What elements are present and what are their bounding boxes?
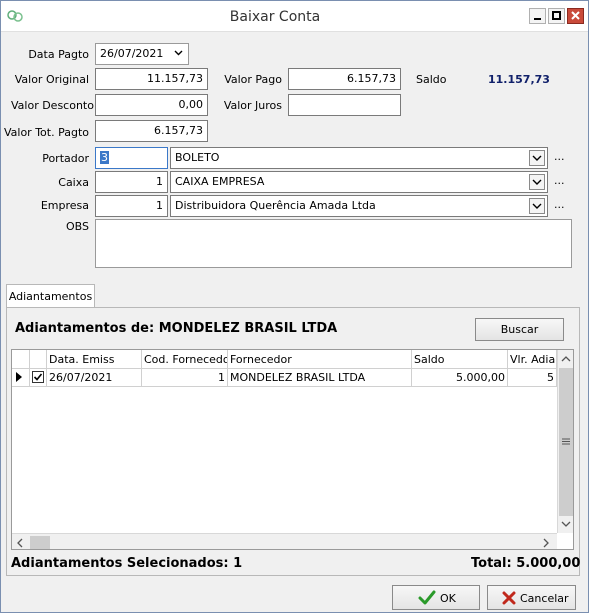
valor-desconto-field[interactable]: 0,00: [95, 94, 208, 116]
grip-icon: [562, 438, 570, 445]
column-header-fornecedor[interactable]: Fornecedor: [228, 350, 412, 369]
empresa-search-button[interactable]: ...: [554, 198, 565, 211]
cell-saldo: 5.000,00: [412, 369, 508, 387]
valor-desconto-label: Valor Desconto: [11, 99, 94, 112]
cell-vlr-adian: 5: [508, 369, 557, 387]
row-indicator: [12, 369, 30, 387]
grid-indicator-header: [12, 350, 30, 369]
ok-label: OK: [440, 592, 456, 605]
valor-tot-pagto-field[interactable]: 6.157,73: [95, 120, 208, 142]
horizontal-scrollbar[interactable]: [12, 533, 557, 549]
adiantamentos-title: Adiantamentos de: MONDELEZ BRASIL LTDA: [15, 321, 338, 336]
chevron-down-icon: [532, 203, 542, 209]
total-value: Total: 5.000,00: [471, 556, 581, 571]
adiantamentos-selecionados: Adiantamentos Selecionados: 1: [11, 556, 243, 571]
ok-button[interactable]: OK: [392, 585, 480, 610]
minimize-button[interactable]: [529, 8, 546, 24]
portador-code-field[interactable]: 3: [95, 147, 168, 169]
valor-juros-field[interactable]: [288, 94, 401, 116]
cell-cod-fornecedor: 1: [142, 369, 228, 387]
tab-adiantamentos[interactable]: Adiantamentos: [6, 284, 95, 308]
title-bar: Baixar Conta: [1, 1, 588, 32]
checkbox-checked-icon: [32, 371, 44, 383]
data-pagto-label: Data Pagto: [28, 48, 89, 61]
horizontal-scroll-thumb[interactable]: [30, 536, 50, 549]
empresa-label: Empresa: [40, 199, 89, 212]
valor-pago-field[interactable]: 6.157,73: [288, 68, 401, 90]
scroll-left-icon[interactable]: [16, 538, 24, 548]
cancel-button[interactable]: Cancelar: [487, 585, 576, 610]
scroll-up-icon[interactable]: [561, 355, 571, 363]
cancel-label: Cancelar: [520, 592, 569, 605]
empresa-code-field[interactable]: 1: [95, 195, 168, 217]
buscar-button[interactable]: Buscar: [475, 318, 564, 341]
portador-select[interactable]: BOLETO: [170, 147, 548, 169]
obs-textarea[interactable]: [95, 219, 572, 268]
close-icon: [571, 11, 580, 20]
scroll-right-icon[interactable]: [542, 538, 550, 548]
caixa-name: CAIXA EMPRESA: [175, 175, 265, 188]
scroll-down-icon[interactable]: [561, 520, 571, 528]
empresa-name: Distribuidora Querência Amada Ltda: [175, 199, 376, 212]
caixa-search-button[interactable]: ...: [554, 174, 565, 187]
cancel-x-icon: [502, 591, 516, 605]
maximize-icon: [552, 11, 561, 20]
column-header-vlr-adian[interactable]: Vlr. Adian: [508, 350, 557, 369]
chevron-down-icon: [174, 50, 183, 56]
baixar-conta-window: Baixar Conta Data Pagto 26/07/2021 Valor…: [0, 0, 589, 613]
cell-data-emiss: 26/07/2021: [47, 369, 142, 387]
column-header-saldo[interactable]: Saldo: [412, 350, 508, 369]
cell-fornecedor: MONDELEZ BRASIL LTDA: [228, 369, 412, 387]
check-icon: [418, 590, 436, 605]
valor-original-label: Valor Original: [14, 73, 89, 86]
column-header-data-emiss[interactable]: Data. Emiss: [47, 350, 142, 369]
vertical-scrollbar[interactable]: [557, 350, 573, 533]
caixa-code-field[interactable]: 1: [95, 171, 168, 193]
chevron-down-icon: [532, 179, 542, 185]
adiantamentos-grid: Data. Emiss Cod. Fornecedor Fornecedor S…: [11, 349, 574, 550]
portador-code-value: 3: [100, 151, 109, 164]
valor-original-field[interactable]: 11.157,73: [95, 68, 208, 90]
minimize-icon: [534, 18, 541, 20]
caixa-select[interactable]: CAIXA EMPRESA: [170, 171, 548, 193]
portador-label: Portador: [42, 152, 89, 165]
vertical-scroll-thumb[interactable]: [559, 368, 573, 516]
row-checkbox-cell[interactable]: [30, 369, 47, 387]
saldo-label: Saldo: [416, 73, 447, 86]
maximize-button[interactable]: [548, 8, 565, 24]
caixa-label: Caixa: [58, 176, 89, 189]
valor-tot-pagto-label: Valor Tot. Pagto: [3, 126, 89, 139]
close-button[interactable]: [567, 8, 584, 24]
row-pointer-icon: [16, 372, 22, 382]
data-pagto-field[interactable]: 26/07/2021: [95, 43, 189, 65]
chevron-down-icon: [532, 155, 542, 161]
empresa-dropdown-button[interactable]: [529, 198, 545, 214]
column-header-cod-fornecedor[interactable]: Cod. Fornecedor: [142, 350, 228, 369]
data-pagto-value: 26/07/2021: [100, 47, 164, 60]
portador-dropdown-button[interactable]: [529, 150, 545, 166]
window-title: Baixar Conta: [229, 9, 321, 25]
valor-pago-label: Valor Pago: [224, 73, 282, 86]
saldo-value: 11.157,73: [488, 73, 550, 86]
obs-label: OBS: [66, 220, 89, 233]
empresa-select[interactable]: Distribuidora Querência Amada Ltda: [170, 195, 548, 217]
portador-search-button[interactable]: ...: [554, 150, 565, 163]
portador-name: BOLETO: [175, 151, 220, 164]
valor-juros-label: Valor Juros: [223, 99, 282, 112]
grid-check-header: [30, 350, 47, 369]
caixa-dropdown-button[interactable]: [529, 174, 545, 190]
